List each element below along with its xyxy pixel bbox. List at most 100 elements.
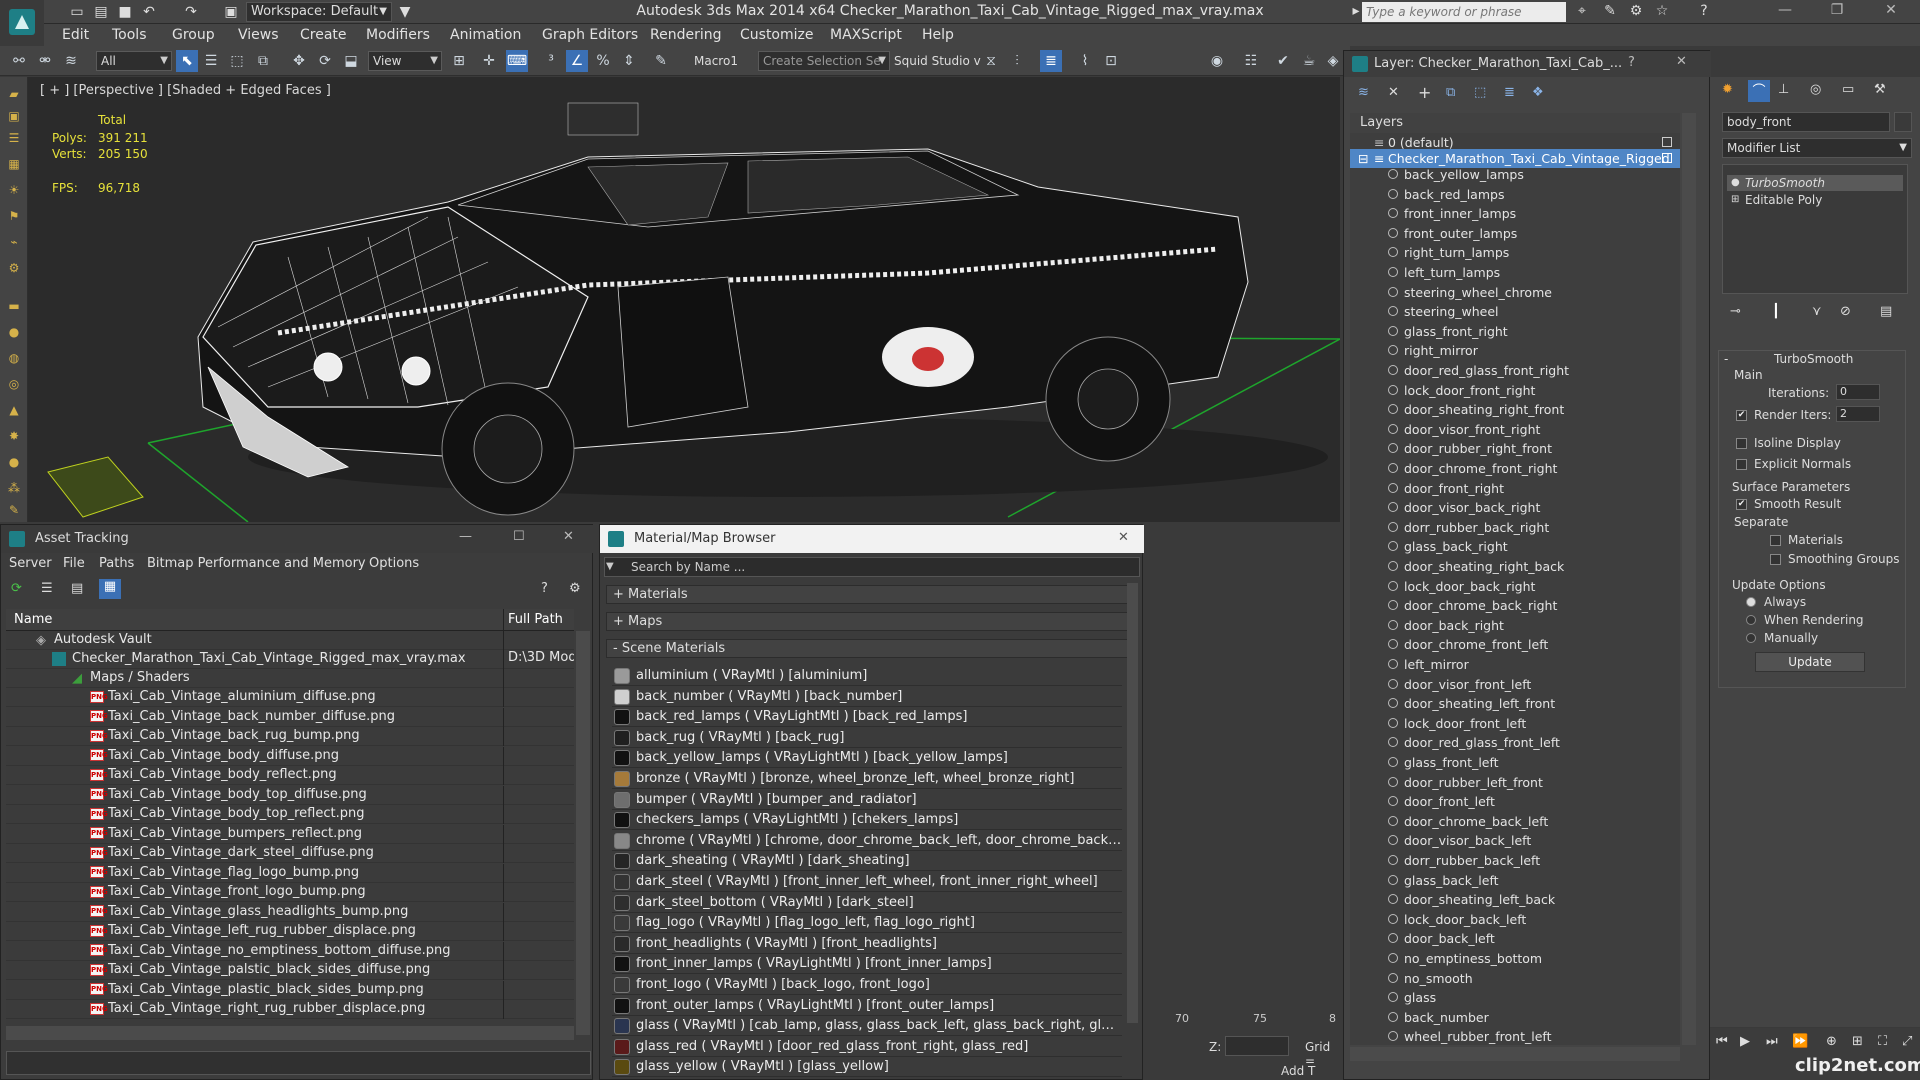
column-full-path[interactable]: Full Path [503, 609, 574, 631]
move-icon[interactable]: ✥ [288, 50, 310, 72]
layer-object-row[interactable]: dorr_rubber_back_left [1350, 851, 1680, 870]
squid-studio-label[interactable]: Squid Studio v [894, 54, 981, 68]
tools-icon[interactable]: ✎ [1600, 3, 1620, 21]
layer-object-row[interactable]: door_chrome_front_left [1350, 635, 1680, 654]
spacewarp-icon[interactable]: ⌁ [5, 235, 23, 251]
material-row[interactable]: bumper ( VRayMtl ) [bumper_and_radiator] [612, 790, 1122, 810]
rollout-maps[interactable]: + Maps [606, 612, 1130, 631]
play-icon[interactable]: ▶ [1740, 1034, 1750, 1049]
pivot-center-icon[interactable]: ⊞ [448, 50, 470, 72]
render-production-icon[interactable]: ☕ [1298, 50, 1320, 72]
help-icon[interactable]: ? [1628, 55, 1635, 70]
display-tab-icon[interactable]: ▭ [1842, 82, 1854, 97]
layer-object-row[interactable]: door_rubber_right_front [1350, 439, 1680, 458]
stack-item-editable-poly[interactable]: ⊞ Editable Poly [1727, 192, 1903, 208]
material-row[interactable]: dark_sheating ( VRayMtl ) [dark_sheating… [612, 851, 1122, 872]
zoom-all-icon[interactable]: ⊞ [1852, 1034, 1863, 1049]
material-editor-icon[interactable]: ◉ [1206, 50, 1228, 72]
asset-file-row[interactable]: PNGTaxi_Cab_Vintage_body_top_diffuse.png [6, 785, 574, 805]
close-icon[interactable]: ✕ [1118, 530, 1129, 545]
layer-object-row[interactable]: door_back_right [1350, 616, 1680, 635]
explicit-normals-checkbox[interactable] [1736, 459, 1747, 470]
new-layer-icon[interactable]: + [1418, 83, 1431, 102]
grid-icon[interactable]: ▦ [5, 157, 23, 173]
asset-file-row[interactable]: PNGTaxi_Cab_Vintage_dark_steel_diffuse.p… [6, 844, 574, 863]
current-layer-checkbox[interactable] [1662, 137, 1672, 147]
select-by-name-icon[interactable]: ☰ [200, 50, 222, 72]
maximize-icon[interactable]: ☐ [513, 529, 525, 544]
render-iterative-icon[interactable]: ◈ [1322, 50, 1344, 72]
layer-object-row[interactable]: door_front_right [1350, 479, 1680, 498]
layer-object-row[interactable]: back_yellow_lamps [1350, 165, 1680, 184]
tree-row-vault[interactable]: ◈ Autodesk Vault [6, 631, 574, 650]
asset-menu-server[interactable]: Server [9, 556, 52, 571]
go-to-start-icon[interactable]: ⏮ [1716, 1034, 1728, 1049]
asset-menu-file[interactable]: File [63, 556, 85, 571]
layer-object-row[interactable]: door_front_left [1350, 792, 1680, 811]
asset-tracking-title-bar[interactable]: Asset Tracking — ☐ ✕ [1, 525, 594, 553]
close-icon[interactable]: ✕ [1676, 54, 1687, 69]
material-browser-title-bar[interactable]: Material/Map Browser ✕ [600, 525, 1144, 553]
asset-file-row[interactable]: PNGTaxi_Cab_Vintage_right_rug_rubber_dis… [6, 1000, 574, 1019]
z-coordinate-input[interactable] [1225, 1036, 1289, 1056]
viewport-label[interactable]: [ + ] [Perspective ] [Shaded + Edged Fac… [40, 83, 331, 98]
reference-coordinate-dropdown[interactable]: View ▼ [368, 51, 442, 71]
material-row[interactable]: back_number ( VRayMtl ) [back_number] [612, 687, 1122, 707]
layer-explorer-icon[interactable]: ≣ [1040, 50, 1062, 72]
manually-radio[interactable] [1746, 633, 1756, 643]
material-row[interactable]: dark_steel_bottom ( VRayMtl ) [dark_stee… [612, 893, 1122, 913]
layer-object-row[interactable]: right_turn_lamps [1350, 243, 1680, 262]
asset-file-row[interactable]: PNGTaxi_Cab_Vintage_aluminium_diffuse.pn… [6, 688, 574, 707]
layer-object-row[interactable]: front_outer_lamps [1350, 224, 1680, 243]
save-file-icon[interactable]: ■ [116, 3, 134, 21]
layer-object-row[interactable]: glass_front_left [1350, 753, 1680, 772]
selection-filter-dropdown[interactable]: All ▼ [96, 51, 172, 71]
go-to-end-icon[interactable]: ⏩ [1792, 1034, 1808, 1049]
refresh-icon[interactable]: ⟳ [11, 581, 22, 596]
layer-object-row[interactable]: back_red_lamps [1350, 185, 1680, 204]
restore-icon[interactable]: ❐ [1822, 2, 1852, 22]
menu-help[interactable]: Help [922, 27, 954, 43]
asset-menu-paths[interactable]: Paths [99, 556, 134, 571]
material-row[interactable]: back_rug ( VRayMtl ) [back_rug] [612, 728, 1122, 748]
workspace-dropdown[interactable]: Workspace: Default ▼ [246, 2, 392, 22]
rollout-materials[interactable]: + Materials [606, 585, 1130, 604]
asset-file-row[interactable]: PNGTaxi_Cab_Vintage_left_rug_rubber_disp… [6, 922, 574, 941]
material-search-input[interactable]: Search by Name ... [604, 557, 1140, 577]
layer-object-row[interactable]: door_chrome_front_right [1350, 459, 1680, 478]
asset-file-row[interactable]: PNGTaxi_Cab_Vintage_glass_headlights_bum… [6, 902, 574, 922]
modify-tab-icon[interactable]: ⌒ [1748, 80, 1770, 102]
layer-object-row[interactable]: door_sheating_right_back [1350, 557, 1680, 576]
window-crossing-icon[interactable]: ⧉ [252, 50, 274, 72]
link-icon[interactable]: ⚯ [8, 50, 30, 72]
layer-object-row[interactable]: door_sheating_left_back [1350, 890, 1680, 909]
smooth-result-checkbox[interactable]: ✔ [1736, 499, 1747, 510]
remove-modifier-icon[interactable]: ⊘ [1840, 304, 1851, 319]
cone-icon[interactable]: ▲ [5, 403, 23, 419]
menu-create[interactable]: Create [300, 27, 347, 43]
subscription-icon[interactable]: ⚙ [1626, 3, 1646, 21]
asset-file-row[interactable]: PNGTaxi_Cab_Vintage_plastic_black_sides_… [6, 980, 574, 1000]
help-icon[interactable]: ? [541, 581, 548, 596]
minimize-icon[interactable]: — [459, 529, 472, 544]
help-icon[interactable]: ? [1694, 3, 1714, 21]
layer-object-row[interactable]: glass [1350, 988, 1680, 1007]
layer-object-row[interactable]: door_visor_back_left [1350, 831, 1680, 850]
layer-object-row[interactable]: dorr_rubber_back_right [1350, 518, 1680, 537]
helper-icon[interactable]: ⚑ [5, 209, 23, 225]
system-icon[interactable]: ⚙ [5, 261, 23, 277]
cylinder-icon[interactable]: ◍ [5, 351, 23, 367]
layers-column-header[interactable]: Layers [1350, 113, 1680, 133]
perspective-viewport[interactable]: [ + ] [Perspective ] [Shaded + Edged Fac… [28, 77, 1340, 522]
when-rendering-radio[interactable] [1746, 615, 1756, 625]
layer-object-row[interactable]: glass_back_right [1350, 537, 1680, 556]
motion-tab-icon[interactable]: ◎ [1810, 82, 1821, 97]
sphere-icon[interactable]: ● [5, 325, 23, 341]
layer-object-row[interactable]: door_sheating_right_front [1350, 400, 1680, 419]
settings-icon[interactable]: ⚙ [569, 581, 581, 596]
asset-file-row[interactable]: PNGTaxi_Cab_Vintage_front_logo_bump.png [6, 883, 574, 902]
stack-item-turbosmooth[interactable]: ● TurboSmooth [1727, 175, 1903, 191]
current-layer-checkbox[interactable] [1662, 153, 1672, 163]
material-row[interactable]: glass ( VRayMtl ) [cab_lamp, glass, glas… [612, 1016, 1122, 1037]
vertical-scrollbar[interactable] [1127, 583, 1138, 1023]
